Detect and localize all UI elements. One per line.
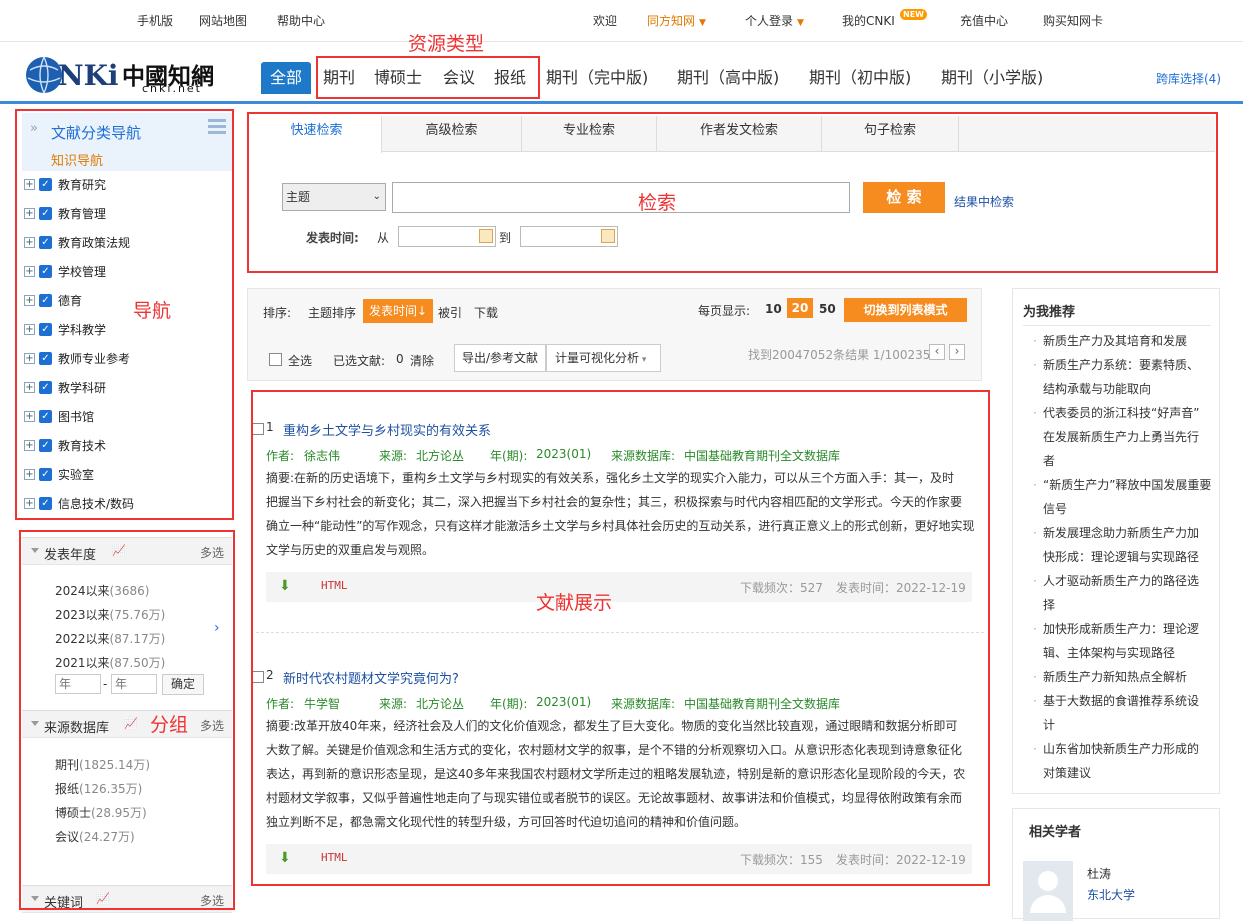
chevron-down-icon: ▼ xyxy=(797,18,804,28)
divider xyxy=(1023,325,1211,326)
sort-by-downloads[interactable]: 下载 xyxy=(474,304,498,321)
recommend-title: 为我推荐 xyxy=(1023,305,1076,320)
tab-journal-primary[interactable]: 期刊（小学版) xyxy=(941,62,1043,94)
recommend-item[interactable]: “新质生产力”释放中国发展重要信号 xyxy=(1033,473,1223,521)
sort-by-cited[interactable]: 被引 xyxy=(438,304,462,321)
clear-selection-link[interactable]: 清除 xyxy=(410,352,434,369)
selected-label: 已选文献: xyxy=(333,354,386,368)
recommend-item-line: 快形成：理论逻辑与实现路径 xyxy=(1043,550,1200,564)
recommend-item-line: 代表委员的浙江科技“好声音” xyxy=(1043,406,1200,420)
login-menu[interactable]: 个人登录 ▼ xyxy=(745,12,804,29)
top-bar: 手机版 网站地图 帮助中心 欢迎 同方知网 ▼ 个人登录 ▼ 我的CNKI NEW … xyxy=(0,0,1243,42)
visualize-button[interactable]: 计量可视化分析 ▾ xyxy=(546,344,661,372)
sort-by-date[interactable]: 发表时间↓ xyxy=(363,299,433,323)
cnki-logo[interactable]: NKi 中國知網 cnki.net xyxy=(24,52,224,98)
scholar-org[interactable]: 东北大学 xyxy=(1087,886,1135,903)
recommend-item-line: 人才驱动新质生产力的路径选 xyxy=(1043,574,1200,588)
recommend-item[interactable]: 基于大数据的食谱推荐系统设计 xyxy=(1033,689,1223,737)
recommend-item-line: 新质生产力及其培育和发展 xyxy=(1043,334,1188,348)
search-annotation: 检索 xyxy=(638,192,677,214)
recommend-item[interactable]: 加快形成新质生产力：理论逻辑、主体架构与实现路径 xyxy=(1033,617,1223,665)
recommend-item[interactable]: 新质生产力新知热点全解析 xyxy=(1033,665,1223,689)
resource-type-box xyxy=(316,56,540,99)
prev-page-icon[interactable]: ‹ xyxy=(929,344,945,360)
tab-journal-middle[interactable]: 期刊（初中版) xyxy=(809,62,911,94)
export-button[interactable]: 导出/参考文献 xyxy=(454,344,546,372)
scholar-name[interactable]: 杜涛 xyxy=(1087,865,1111,882)
tab-journal-high[interactable]: 期刊（高中版) xyxy=(677,62,779,94)
login-label: 个人登录 xyxy=(745,14,794,28)
recommend-item-line: 择 xyxy=(1043,598,1056,612)
chevron-down-icon: ▾ xyxy=(639,355,647,365)
mycnki-link[interactable]: 我的CNKI xyxy=(842,12,895,29)
fangfang-label: 同方知网 xyxy=(647,14,696,28)
recommend-item-line: 新发展理念助力新质生产力加 xyxy=(1043,526,1200,540)
recommend-item-line: 新质生产力新知热点全解析 xyxy=(1043,670,1188,684)
per-page-10[interactable]: 10 xyxy=(765,302,782,316)
selected-count: 0 xyxy=(396,352,404,366)
recommend-item-line: “新质生产力”释放中国发展重要 xyxy=(1043,478,1212,492)
sitemap-link[interactable]: 网站地图 xyxy=(199,12,247,29)
nav-box xyxy=(15,109,234,520)
scholar-panel: 相关学者 杜涛 东北大学 xyxy=(1012,808,1220,921)
recommend-item-line: 山东省加快新质生产力形成的 xyxy=(1043,742,1200,756)
doc-display-annotation: 文献展示 xyxy=(536,592,613,614)
recommend-item-line: 结构承载与功能取向 xyxy=(1043,382,1152,396)
recommend-item-line: 计 xyxy=(1043,718,1056,732)
recommend-item-line: 对策建议 xyxy=(1043,766,1092,780)
recommend-item-line: 辑、主体架构与实现路径 xyxy=(1043,646,1176,660)
header-divider xyxy=(0,101,1243,104)
cross-db-link[interactable]: 跨库选择(4) xyxy=(1156,70,1221,87)
svg-text:NKi: NKi xyxy=(58,59,119,92)
doc-display-box xyxy=(251,390,990,886)
tab-journal-complete[interactable]: 期刊（完中版) xyxy=(546,62,648,94)
recharge-link[interactable]: 充值中心 xyxy=(960,12,1008,29)
recommend-item[interactable]: 新发展理念助力新质生产力加快形成：理论逻辑与实现路径 xyxy=(1033,521,1223,569)
sort-label: 排序: xyxy=(263,306,292,320)
select-all-label[interactable]: 全选 xyxy=(288,352,312,369)
recommend-item-line: 基于大数据的食谱推荐系统设 xyxy=(1043,694,1200,708)
recommend-item[interactable]: 人才驱动新质生产力的路径选择 xyxy=(1033,569,1223,617)
switch-list-mode-button[interactable]: 切换到列表模式 xyxy=(844,298,967,322)
recommend-item-line: 新质生产力系统：要素特质、 xyxy=(1043,358,1200,372)
recommend-item[interactable]: 新质生产力及其培育和发展 xyxy=(1033,329,1223,353)
group-annotation: 分组 xyxy=(150,714,189,736)
resource-type-annotation: 资源类型 xyxy=(408,33,485,55)
new-badge: NEW xyxy=(900,9,927,20)
sort-by-topic[interactable]: 主题排序 xyxy=(308,304,356,321)
recommend-item-line: 者 xyxy=(1043,454,1056,468)
per-page-50[interactable]: 50 xyxy=(819,302,836,316)
fangfang-menu[interactable]: 同方知网 ▼ xyxy=(647,12,706,29)
welcome-text: 欢迎 xyxy=(593,14,618,28)
recommend-item[interactable]: 代表委员的浙江科技“好声音” 在发展新质生产力上勇当先行者 xyxy=(1033,401,1223,473)
scholar-title: 相关学者 xyxy=(1029,825,1082,840)
result-toolbar: 排序: 主题排序 发表时间↓ 被引 下载 每页显示: 10 20 50 切换到列… xyxy=(247,288,982,381)
tab-all[interactable]: 全部 xyxy=(261,62,312,94)
recommend-item[interactable]: 山东省加快新质生产力形成的对策建议 xyxy=(1033,737,1223,785)
chevron-down-icon: ▼ xyxy=(699,18,706,28)
recommend-item-line: 在发展新质生产力上勇当先行 xyxy=(1043,430,1200,444)
recommend-item-line: 信号 xyxy=(1043,502,1068,516)
recommend-item-line: 加快形成新质生产力：理论逻 xyxy=(1043,622,1200,636)
group-box xyxy=(19,530,235,910)
logo-subtext: cnki.net xyxy=(142,82,202,95)
next-page-icon[interactable]: › xyxy=(949,344,965,360)
buycard-link[interactable]: 购买知网卡 xyxy=(1043,12,1103,29)
select-all-checkbox[interactable] xyxy=(269,353,282,366)
result-info: 找到20047052条结果 1/1002353 xyxy=(748,348,939,362)
recommend-item[interactable]: 新质生产力系统：要素特质、结构承载与功能取向 xyxy=(1033,353,1223,401)
visualize-label: 计量可视化分析 xyxy=(555,351,640,365)
avatar[interactable] xyxy=(1023,861,1073,921)
help-link[interactable]: 帮助中心 xyxy=(277,12,325,29)
nav-annotation: 导航 xyxy=(133,300,172,322)
mobile-link[interactable]: 手机版 xyxy=(137,12,173,29)
per-page-label: 每页显示: xyxy=(698,304,751,318)
per-page-20[interactable]: 20 xyxy=(787,298,813,318)
search-box xyxy=(247,112,1218,273)
